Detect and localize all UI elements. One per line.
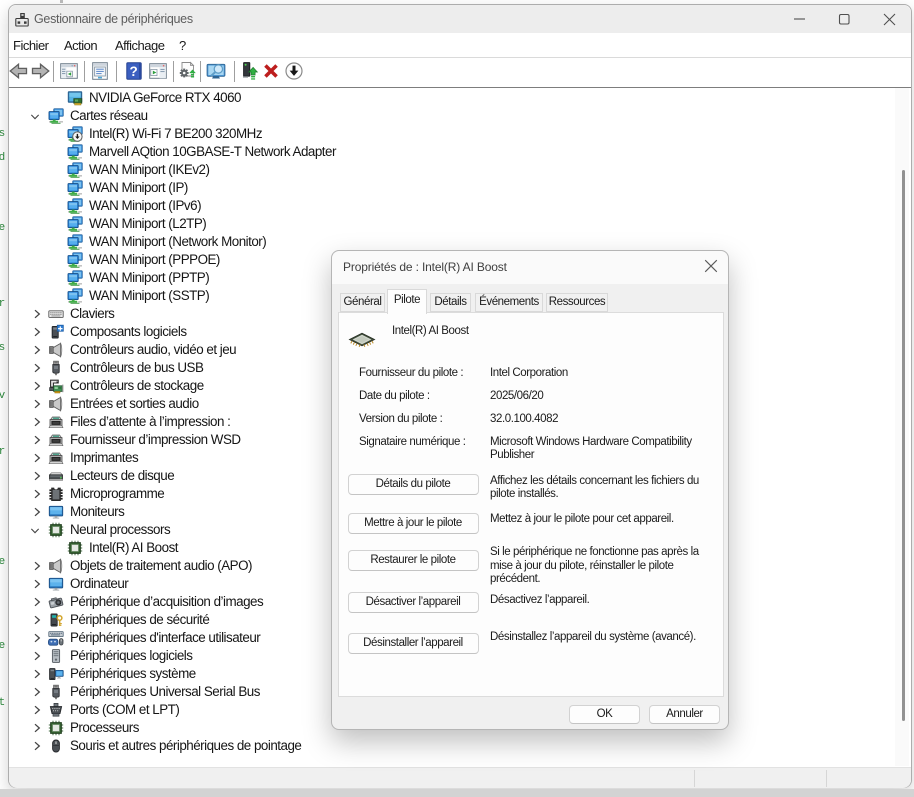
svg-text:?: ? — [129, 64, 137, 79]
